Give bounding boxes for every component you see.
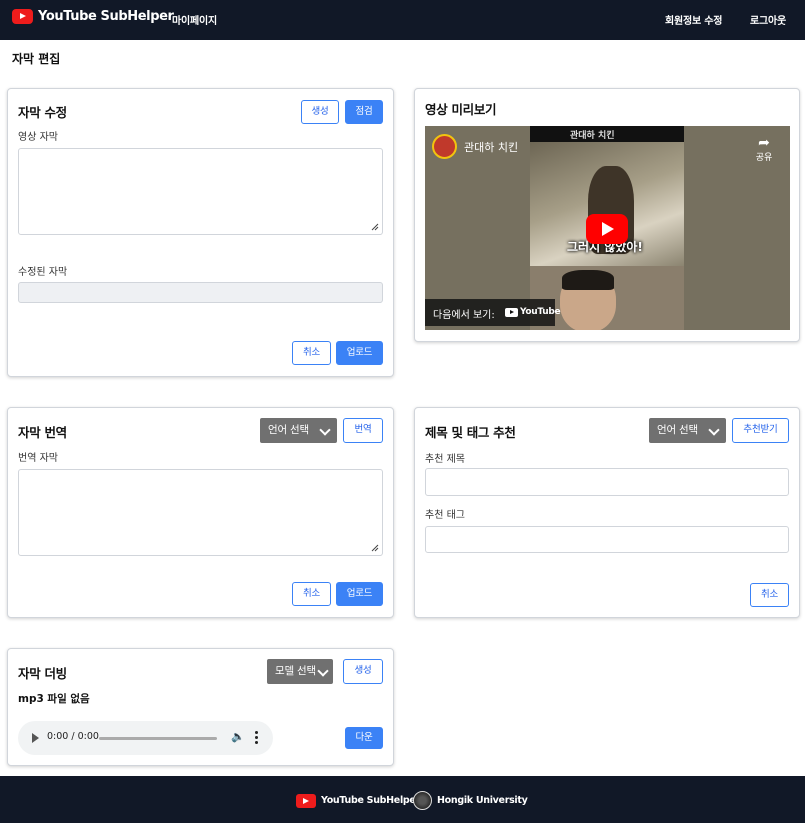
edit-upload-button[interactable]: 업로드 <box>336 341 383 365</box>
chevron-down-icon <box>317 665 329 677</box>
revised-subtitle-label: 수정된 자막 <box>18 267 68 278</box>
audio-time: 0:00 / 0:00 <box>47 731 99 742</box>
recommend-tag-input[interactable] <box>425 526 789 553</box>
edit-profile-link[interactable]: 회원정보 수정 <box>665 12 722 27</box>
no-mp3-file-text: mp3 파일 없음 <box>18 693 90 705</box>
video-top-text: 관대하 치킨 <box>570 131 615 141</box>
resize-handle-icon[interactable] <box>371 544 379 552</box>
footer-brand: YouTube SubHelper <box>321 795 420 806</box>
dubbing-generate-button[interactable]: 생성 <box>343 659 383 684</box>
youtube-logo-icon <box>12 9 33 24</box>
translated-subtitle-label: 번역 자막 <box>18 453 58 464</box>
recommend-button[interactable]: 추천받기 <box>732 418 789 443</box>
audio-seek-bar[interactable] <box>99 737 217 740</box>
generate-button[interactable]: 생성 <box>301 100 339 124</box>
channel-avatar[interactable] <box>432 134 457 159</box>
logout-link[interactable]: 로그아웃 <box>750 12 786 27</box>
more-options-icon[interactable] <box>255 731 259 745</box>
original-subtitle-textarea[interactable] <box>18 148 383 235</box>
brand-name: YouTube SubHelper <box>38 9 174 24</box>
translate-button[interactable]: 번역 <box>343 418 383 443</box>
footer-university: Hongik University <box>437 795 528 806</box>
watch-on-label: 다음에서 보기: <box>433 310 495 321</box>
recommend-language-select[interactable]: 언어 선택 <box>649 418 726 443</box>
model-select-label: 모델 선택 <box>275 665 316 677</box>
page-title: 자막 편집 <box>12 52 61 66</box>
translate-upload-button[interactable]: 업로드 <box>336 582 383 606</box>
subtitle-edit-title: 자막 수정 <box>18 105 67 120</box>
mypage-link[interactable]: 마이페이지 <box>172 12 217 27</box>
recommend-title-input[interactable] <box>425 468 789 496</box>
recommend-tag-label: 추천 태그 <box>425 510 465 521</box>
youtube-wordmark: YouTube <box>520 307 561 317</box>
watch-on-youtube-button[interactable]: 다음에서 보기: YouTube <box>425 299 561 326</box>
check-button[interactable]: 점검 <box>345 100 383 124</box>
chevron-down-icon <box>319 424 331 436</box>
navbar: YouTube SubHelper 마이페이지 회원정보 수정 로그아웃 <box>0 0 805 40</box>
youtube-mini-icon <box>505 308 518 317</box>
revised-subtitle-field <box>18 282 383 303</box>
model-select[interactable]: 모델 선택 <box>267 659 333 684</box>
subtitle-translate-title: 자막 번역 <box>18 425 67 440</box>
translated-subtitle-textarea[interactable] <box>18 469 383 556</box>
audio-player[interactable]: 0:00 / 0:00 🔈 <box>18 721 273 755</box>
original-subtitle-label: 영상 자막 <box>18 132 58 143</box>
video-player[interactable]: 관대하 치킨 그러지 않았아! 관대하 치킨 ➦ 공유 다음에서 보기: You… <box>425 126 790 330</box>
resize-handle-icon[interactable] <box>371 223 379 231</box>
recommend-title-label: 추천 제목 <box>425 454 465 465</box>
youtube-logo-icon <box>296 794 316 808</box>
subtitle-dubbing-title: 자막 더빙 <box>18 666 67 681</box>
brand-logo[interactable]: YouTube SubHelper <box>12 9 174 24</box>
play-icon[interactable] <box>32 733 39 743</box>
translate-language-label: 언어 선택 <box>268 424 309 436</box>
share-label: 공유 <box>755 153 773 163</box>
download-button[interactable]: 다운 <box>345 727 383 749</box>
translate-language-select[interactable]: 언어 선택 <box>260 418 337 443</box>
university-seal-icon <box>413 791 432 810</box>
footer: YouTube SubHelper Hongik University <box>0 776 805 823</box>
chevron-down-icon <box>708 424 720 436</box>
share-icon: ➦ <box>758 135 770 151</box>
translate-cancel-button[interactable]: 취소 <box>292 582 331 606</box>
volume-icon[interactable]: 🔈 <box>231 730 245 743</box>
video-preview-title: 영상 미리보기 <box>425 102 497 117</box>
share-button[interactable]: ➦ 공유 <box>751 136 777 163</box>
recommend-title: 제목 및 태그 추천 <box>425 425 516 440</box>
edit-cancel-button[interactable]: 취소 <box>292 341 331 365</box>
recommend-language-label: 언어 선택 <box>657 424 698 436</box>
channel-name[interactable]: 관대하 치킨 <box>464 139 518 155</box>
play-icon[interactable] <box>586 214 628 244</box>
recommend-cancel-button[interactable]: 취소 <box>750 583 789 607</box>
